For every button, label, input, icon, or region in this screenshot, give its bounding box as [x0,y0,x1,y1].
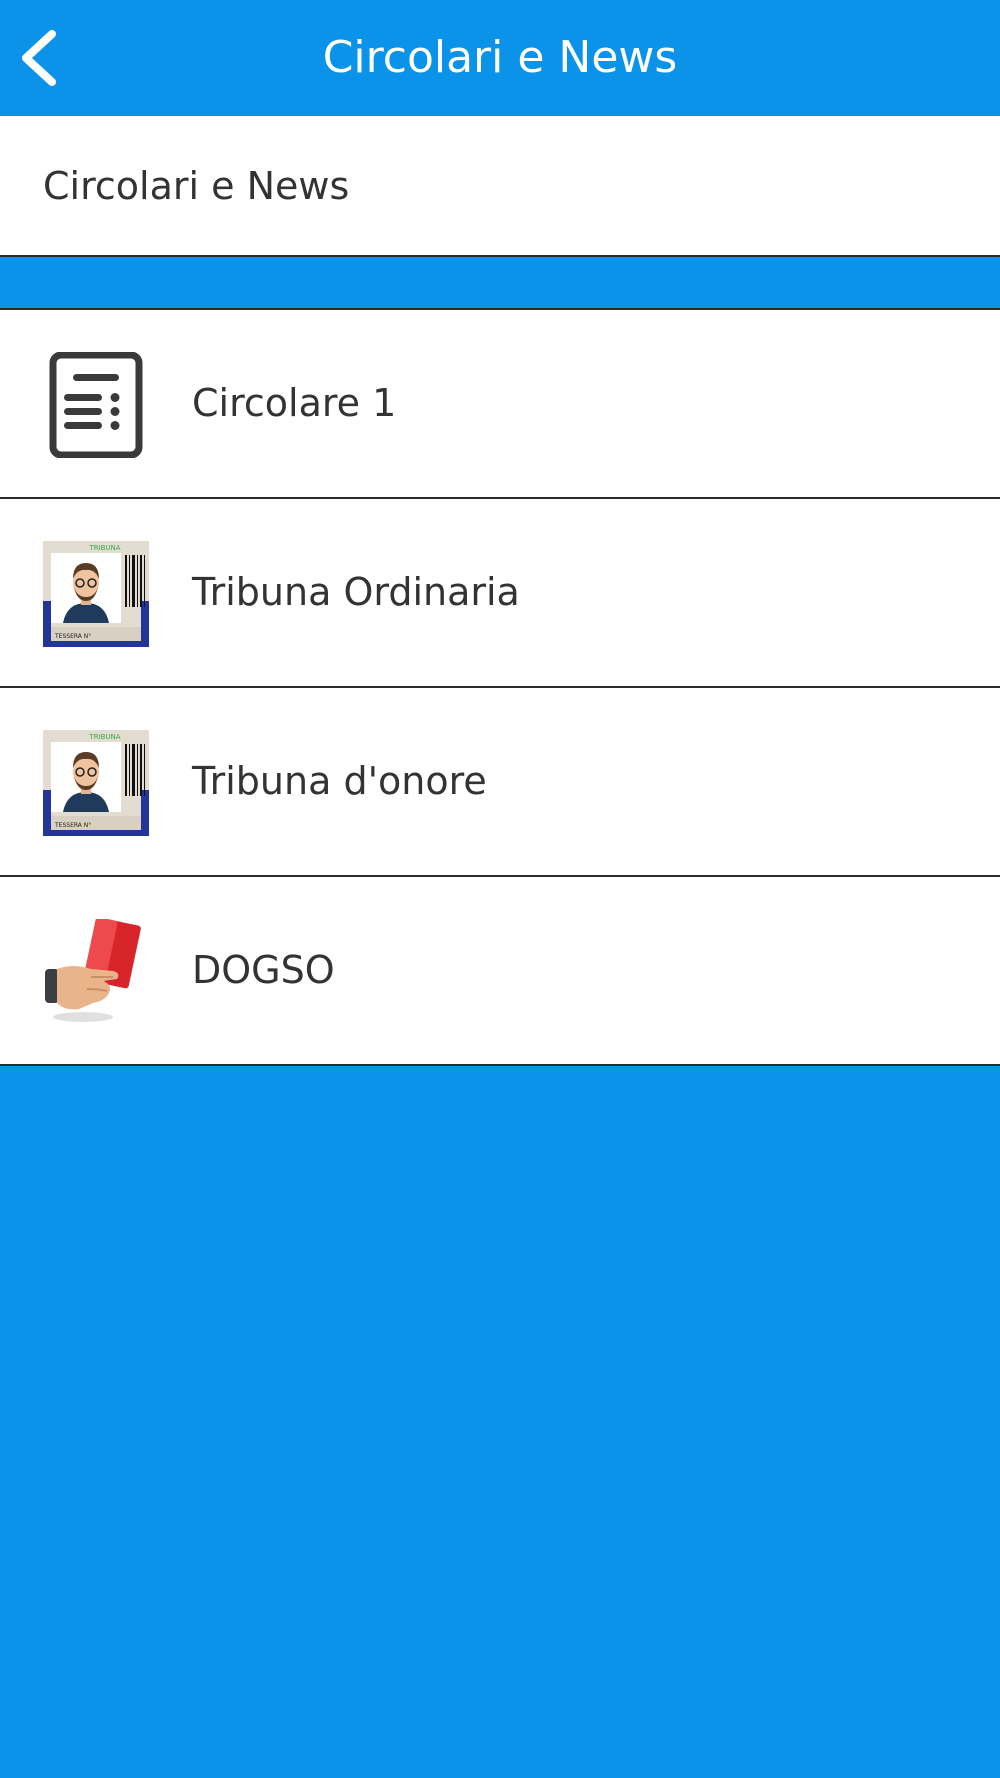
id-card-icon: TRIBUNA TESSERA N° [43,730,149,836]
list-item-circolare-1[interactable]: Circolare 1 [0,310,1000,499]
svg-text:TRIBUNA: TRIBUNA [88,544,120,552]
id-card-icon: TRIBUNA TESSERA N° [43,541,149,647]
news-list: Circolare 1 TRIBUNA TESSERA N° Tribuna O… [0,310,1000,1066]
list-item-label: Circolare 1 [192,381,397,425]
svg-text:TRIBUNA: TRIBUNA [88,733,120,741]
app-header: Circolari e News [0,0,1000,116]
page-title: Circolari e News [322,32,678,83]
red-card-icon [43,917,149,1025]
list-item-tribuna-donore[interactable]: TRIBUNA TESSERA N° Tribuna d'onore [0,688,1000,877]
section-title: Circolari e News [43,164,350,208]
section-divider [0,257,1000,310]
svg-text:TESSERA N°: TESSERA N° [54,633,91,640]
list-item-label: Tribuna d'onore [192,759,487,803]
document-icon [43,351,149,459]
list-item-label: Tribuna Ordinaria [192,570,520,614]
list-item-label: DOGSO [192,948,335,992]
svg-text:TESSERA N°: TESSERA N° [54,822,91,829]
list-item-tribuna-ordinaria[interactable]: TRIBUNA TESSERA N° Tribuna Ordinaria [0,499,1000,688]
list-item-dogso[interactable]: DOGSO [0,877,1000,1066]
section-header: Circolari e News [0,116,1000,257]
